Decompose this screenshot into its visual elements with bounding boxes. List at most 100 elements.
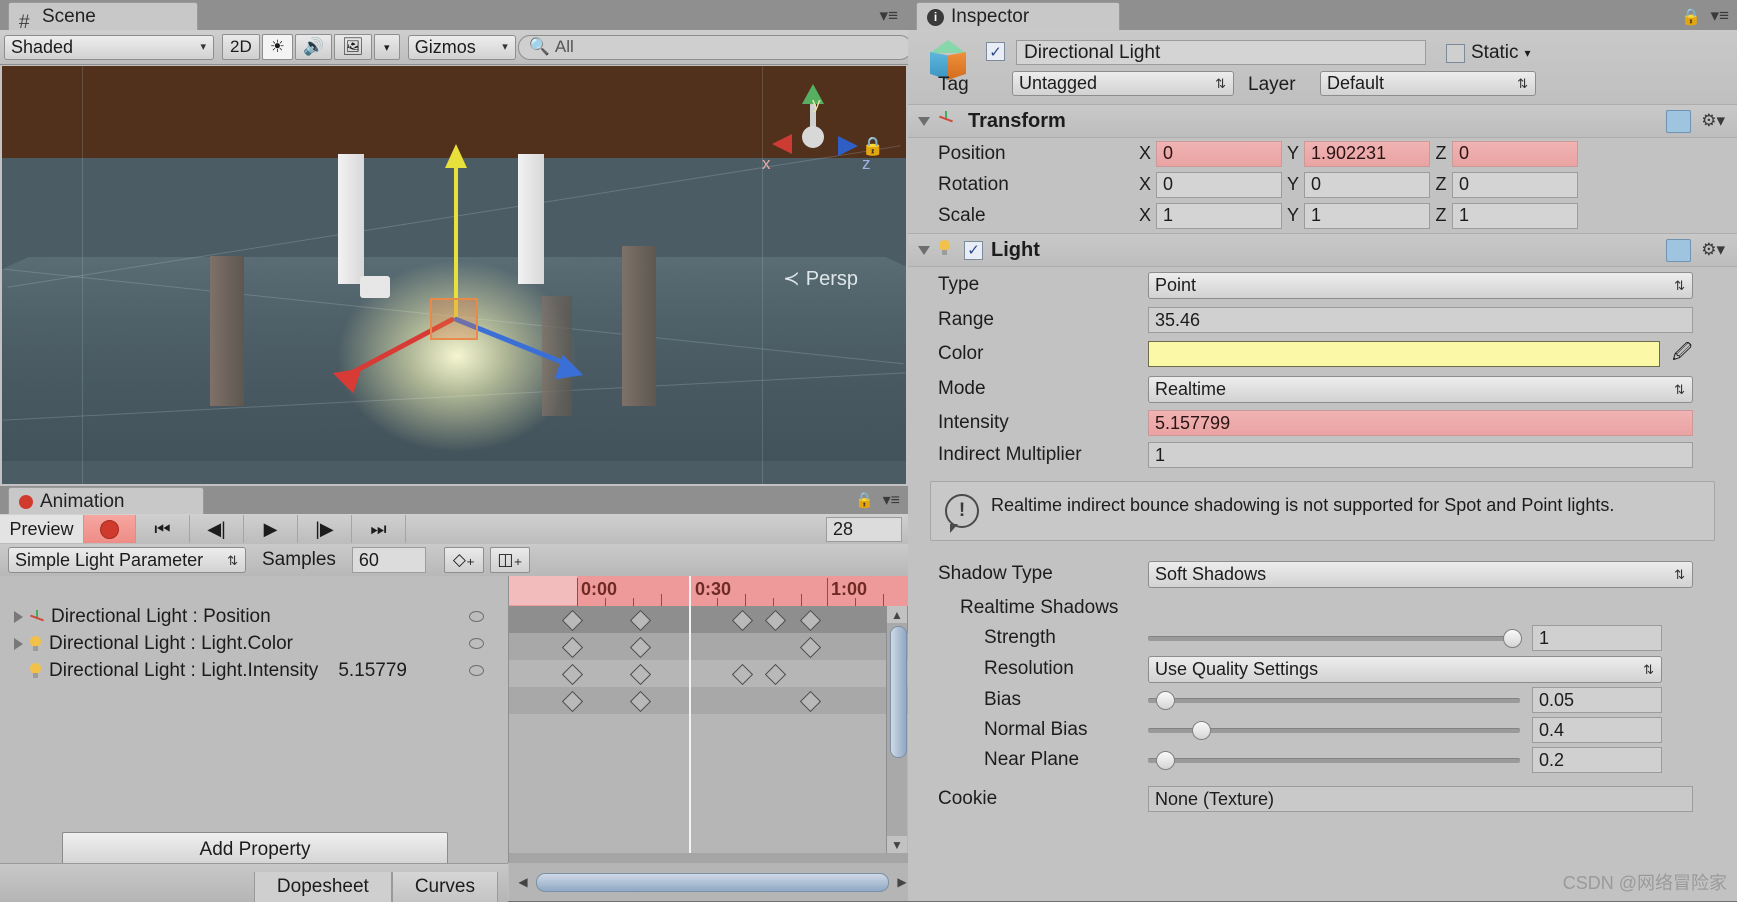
scroll-down-icon[interactable]: ▼ [887, 836, 907, 853]
add-property-button[interactable]: Add Property [62, 832, 448, 867]
layer-dropdown[interactable]: Default ⇅ [1320, 71, 1536, 96]
prev-frame-button[interactable]: ◀| [190, 515, 244, 543]
tab-dopesheet[interactable]: Dopesheet [254, 872, 392, 902]
keyframe-diamond[interactable] [800, 637, 821, 658]
scroll-up-icon[interactable]: ▲ [887, 606, 907, 623]
kebab-menu-icon[interactable]: ▾≡ [883, 490, 900, 510]
collapse-triangle-icon[interactable] [918, 117, 930, 126]
effects-dropdown-button[interactable]: ▾ [374, 34, 400, 60]
dopesheet-lane-summary[interactable] [509, 606, 908, 633]
vertical-scroll-thumb[interactable] [890, 626, 907, 758]
keyframe-diamond[interactable] [562, 664, 583, 685]
property-row[interactable]: Directional Light : Light.Color [0, 630, 508, 657]
light-intensity-input[interactable]: 5.157799 [1148, 410, 1693, 436]
keyframe-diamond[interactable] [630, 637, 651, 658]
shadow-type-dropdown[interactable]: Soft Shadows ⇅ [1148, 561, 1693, 588]
current-frame-input[interactable]: 28 [826, 517, 902, 542]
dopesheet-horizontal-scrollbar[interactable]: ◀ ▶ [509, 863, 916, 901]
help-icon[interactable] [1666, 239, 1691, 262]
effects-toggle-button[interactable]: 🖼 [334, 34, 372, 60]
draw-mode-dropdown[interactable]: Shaded ▾ [4, 35, 214, 60]
timeline-playhead[interactable] [689, 576, 691, 853]
gear-icon[interactable]: ⚙▾ [1701, 240, 1725, 260]
normal-bias-slider[interactable] [1148, 720, 1520, 740]
static-checkbox-group[interactable]: Static ▾ [1446, 42, 1531, 64]
record-button[interactable] [84, 515, 136, 543]
gizmos-dropdown[interactable]: Gizmos ▾ [408, 35, 516, 60]
scene-projection-label[interactable]: ≺Persp [783, 266, 858, 291]
light-mode-dropdown[interactable]: Realtime ⇅ [1148, 376, 1693, 403]
resolution-dropdown[interactable]: Use Quality Settings ⇅ [1148, 656, 1662, 683]
near-plane-input[interactable]: 0.2 [1532, 747, 1662, 773]
keyframe-diamond[interactable] [765, 664, 786, 685]
tab-animation[interactable]: Animation [8, 487, 204, 515]
light-component-header[interactable]: ✓ Light ⚙▾ [908, 233, 1737, 267]
gizmo-axis-y[interactable] [454, 158, 458, 318]
keyframe-diamond[interactable] [630, 664, 651, 685]
strength-slider[interactable] [1148, 628, 1520, 648]
add-keyframe-button[interactable]: ◇₊ [444, 547, 484, 573]
keyframe-diamond[interactable] [562, 637, 583, 658]
property-row[interactable]: Directional Light : Light.Intensity 5.15… [0, 657, 508, 684]
keyframe-diamond[interactable] [732, 664, 753, 685]
preview-toggle-button[interactable]: Preview [0, 515, 84, 543]
light-color-swatch[interactable] [1148, 341, 1660, 367]
scene-search-input[interactable]: 🔍 All [518, 35, 912, 60]
bias-input[interactable]: 0.05 [1532, 687, 1662, 713]
tab-scene[interactable]: Scene [8, 2, 198, 31]
help-icon[interactable] [1666, 110, 1691, 133]
keyframe-diamond[interactable] [562, 691, 583, 712]
keyframe-diamond[interactable] [765, 610, 786, 631]
tag-dropdown[interactable]: Untagged ⇅ [1012, 71, 1234, 96]
last-frame-button[interactable]: ⏭ [352, 515, 406, 543]
eyedropper-icon[interactable]: 🖉 [1672, 338, 1692, 370]
dopesheet-lane-position[interactable] [509, 633, 908, 660]
rotation-x-input[interactable]: 0 [1156, 172, 1282, 198]
expand-triangle-icon[interactable] [14, 611, 23, 623]
keyframe-diamond[interactable] [800, 610, 821, 631]
dopesheet-lane-color[interactable] [509, 660, 908, 687]
object-name-input[interactable]: Directional Light [1016, 40, 1426, 65]
lighting-toggle-button[interactable]: ☀ [262, 34, 293, 60]
keyframe-diamond[interactable] [732, 610, 753, 631]
keyframe-toggle-icon[interactable] [469, 638, 484, 649]
property-row[interactable]: Directional Light : Position [0, 603, 508, 630]
light-indirect-input[interactable]: 1 [1148, 442, 1693, 468]
transform-component-header[interactable]: Transform ⚙▾ [908, 104, 1737, 138]
scene-view-orientation-gizmo[interactable]: y x z [766, 80, 876, 190]
gear-icon[interactable]: ⚙▾ [1701, 111, 1725, 131]
dopesheet-vertical-scrollbar[interactable]: ▲ ▼ [886, 606, 907, 853]
horizontal-scroll-thumb[interactable] [536, 873, 889, 892]
play-button[interactable]: ▶ [244, 515, 298, 543]
lock-icon[interactable]: 🔒 [855, 491, 874, 509]
rotation-y-input[interactable]: 0 [1304, 172, 1430, 198]
light-enabled-checkbox[interactable]: ✓ [964, 241, 983, 260]
tab-curves[interactable]: Curves [392, 872, 498, 902]
next-frame-button[interactable]: |▶ [298, 515, 352, 543]
scene-menu-icon[interactable]: ▾≡ [880, 6, 898, 26]
strength-input[interactable]: 1 [1532, 625, 1662, 651]
position-x-input[interactable]: 0 [1156, 141, 1282, 167]
chevron-down-icon[interactable]: ▾ [1525, 46, 1531, 60]
bias-slider[interactable] [1148, 690, 1520, 710]
cookie-object-field[interactable]: None (Texture) [1148, 786, 1693, 812]
scene-viewport[interactable]: y x z ≺Persp 🔒 [2, 66, 906, 484]
position-y-input[interactable]: 1.902231 [1304, 141, 1430, 167]
gizmo-plane-handle[interactable] [430, 298, 478, 340]
normal-bias-input[interactable]: 0.4 [1532, 717, 1662, 743]
near-plane-slider[interactable] [1148, 750, 1520, 770]
expand-triangle-icon[interactable] [14, 638, 23, 650]
kebab-menu-icon[interactable]: ▾≡ [1711, 6, 1729, 26]
collapse-triangle-icon[interactable] [918, 246, 930, 255]
scroll-left-icon[interactable]: ◀ [513, 874, 533, 891]
keyframe-diamond[interactable] [630, 691, 651, 712]
toggle-2d-button[interactable]: 2D [222, 34, 260, 60]
clip-selector-dropdown[interactable]: Simple Light Parameter ⇅ [8, 547, 246, 573]
object-active-checkbox[interactable]: ✓ [986, 42, 1005, 61]
lock-icon[interactable]: 🔒 [1681, 7, 1701, 27]
dopesheet-empty-area[interactable] [509, 714, 908, 853]
keyframe-diamond[interactable] [630, 610, 651, 631]
dopesheet-lane-intensity[interactable] [509, 687, 908, 714]
first-frame-button[interactable]: ⏮ [136, 515, 190, 543]
scale-x-input[interactable]: 1 [1156, 203, 1282, 229]
